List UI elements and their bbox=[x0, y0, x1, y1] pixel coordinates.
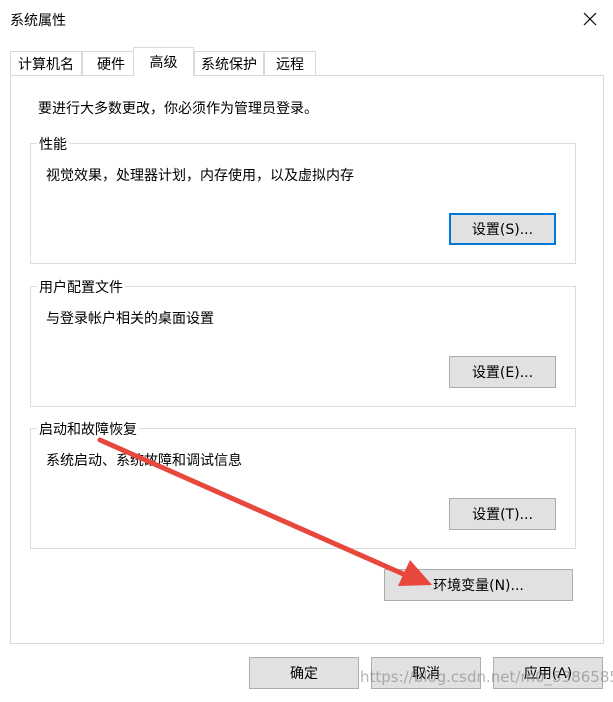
startup-settings-button[interactable]: 设置(T)... bbox=[449, 498, 556, 530]
environment-variables-button[interactable]: 环境变量(N)... bbox=[384, 569, 573, 601]
tab-label: 系统保护 bbox=[201, 56, 257, 73]
button-label: 设置(S)... bbox=[471, 222, 534, 238]
watermark: https://blog.csdn.net/m0_53865858 bbox=[360, 668, 613, 686]
close-icon bbox=[583, 12, 597, 26]
tab-remote[interactable]: 远程 bbox=[264, 51, 316, 75]
performance-group: 性能 视觉效果，处理器计划，内存使用，以及虚拟内存 bbox=[30, 134, 576, 264]
group-desc: 系统启动、系统故障和调试信息 bbox=[46, 453, 242, 469]
close-button[interactable] bbox=[567, 0, 613, 38]
tab-label: 硬件 bbox=[97, 56, 125, 73]
group-title: 性能 bbox=[37, 134, 69, 154]
group-desc: 与登录帐户相关的桌面设置 bbox=[46, 311, 214, 327]
performance-settings-button[interactable]: 设置(S)... bbox=[449, 213, 556, 245]
tab-label: 高级 bbox=[149, 55, 178, 71]
window-title: 系统属性 bbox=[10, 13, 66, 29]
tab-label: 远程 bbox=[276, 56, 304, 73]
tab-computer-name[interactable]: 计算机名 bbox=[10, 51, 82, 75]
tab-hardware[interactable]: 硬件 bbox=[82, 51, 140, 75]
button-label: 设置(T)... bbox=[472, 507, 533, 523]
user-profiles-group: 用户配置文件 与登录帐户相关的桌面设置 bbox=[30, 277, 576, 407]
button-label: 环境变量(N)... bbox=[433, 578, 524, 594]
tab-label: 计算机名 bbox=[18, 56, 74, 73]
admin-note: 要进行大多数更改，你必须作为管理员登录。 bbox=[38, 101, 318, 117]
group-desc: 视觉效果，处理器计划，内存使用，以及虚拟内存 bbox=[46, 168, 354, 184]
button-label: 确定 bbox=[290, 666, 318, 682]
button-label: 设置(E)... bbox=[471, 365, 534, 381]
title-bar: 系统属性 bbox=[0, 0, 613, 38]
tab-system-protection[interactable]: 系统保护 bbox=[194, 51, 264, 75]
group-title: 启动和故障恢复 bbox=[37, 419, 139, 439]
group-title: 用户配置文件 bbox=[37, 277, 125, 297]
profiles-settings-button[interactable]: 设置(E)... bbox=[449, 356, 556, 388]
startup-recovery-group: 启动和故障恢复 系统启动、系统故障和调试信息 bbox=[30, 419, 576, 549]
tab-advanced[interactable]: 高级 bbox=[133, 47, 194, 76]
ok-button[interactable]: 确定 bbox=[249, 657, 359, 689]
